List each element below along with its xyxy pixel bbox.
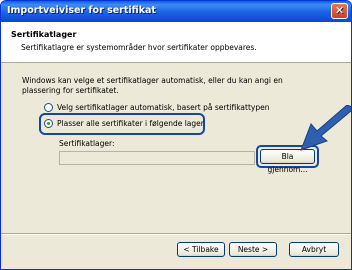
close-button[interactable]: ✕	[331, 3, 348, 19]
wizard-header: Sertifikatlager Sertifikatlagre er syste…	[1, 22, 351, 63]
store-field[interactable]	[59, 151, 255, 165]
radio-auto-store[interactable]: Velg sertifikatlager automatisk, basert …	[44, 103, 269, 112]
intro-text: Windows kan velge et sertifikatlager aut…	[22, 76, 283, 95]
wizard-window: Importveiviser for sertifikat ✕ Sertifik…	[0, 0, 352, 270]
radio-place-all-button[interactable]	[44, 119, 53, 128]
radio-place-all-label: Plasser alle sertifikater i følgende lag…	[57, 119, 204, 128]
page-description: Sertifikatlagre er systemområder hvor se…	[21, 43, 257, 52]
close-icon: ✕	[334, 4, 345, 17]
cancel-button[interactable]: Avbryt	[289, 242, 339, 257]
page-title: Sertifikatlager	[11, 30, 77, 39]
pointer-arrow-icon	[300, 105, 351, 151]
footer-separator	[1, 233, 351, 235]
store-label: Sertifikatlager:	[59, 139, 115, 148]
radio-auto-store-button[interactable]	[44, 103, 53, 112]
radio-auto-store-label: Velg sertifikatlager automatisk, basert …	[57, 103, 270, 112]
back-button[interactable]: < Tilbake	[177, 242, 225, 257]
next-button[interactable]: Neste >	[229, 242, 277, 257]
radio-place-all[interactable]: Plasser alle sertifikater i følgende lag…	[44, 119, 204, 128]
title-bar[interactable]: Importveiviser for sertifikat ✕	[1, 1, 351, 22]
window-title: Importveiviser for sertifikat	[7, 5, 156, 16]
